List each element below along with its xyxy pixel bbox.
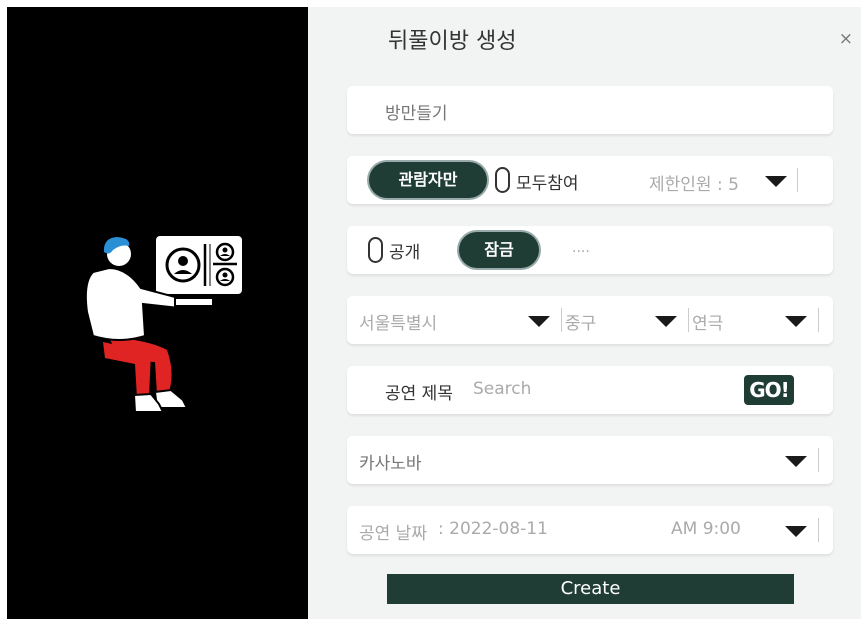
participation-row: 관람자만 모두참여 제한인원 : 5: [347, 156, 833, 204]
spectator-only-button[interactable]: 관람자만: [369, 162, 487, 198]
divider: [797, 168, 798, 192]
date-row: 공연 날짜 : 2022-08-11 AM 9:00: [347, 506, 833, 554]
dialog-title: 뒤풀이방 생성: [388, 29, 517, 54]
toggle-oval-icon[interactable]: [368, 237, 383, 263]
date-value[interactable]: : 2022-08-11: [438, 519, 548, 539]
privacy-row: 공개 잠금 ....: [347, 226, 833, 274]
go-button[interactable]: GO!: [744, 375, 794, 405]
limit-dropdown-arrow-icon[interactable]: [765, 176, 787, 187]
person-with-screen-illustration: [84, 234, 244, 413]
all-participate-label[interactable]: 모두참여: [516, 169, 579, 194]
city-select[interactable]: 서울특별시: [359, 309, 437, 334]
room-name-field[interactable]: 방만들기: [347, 86, 833, 134]
city-dropdown-arrow-icon[interactable]: [528, 316, 550, 327]
performance-search-row: 공연 제목 Search GO!: [347, 366, 833, 414]
participant-limit-label: 제한인원 : 5: [649, 175, 739, 195]
performance-selected-value: 카사노바: [359, 454, 422, 474]
district-dropdown-arrow-icon[interactable]: [655, 316, 677, 327]
locked-button[interactable]: 잠금: [459, 232, 539, 268]
room-name-placeholder: 방만들기: [385, 104, 448, 124]
time-dropdown-arrow-icon[interactable]: [785, 526, 807, 537]
public-label[interactable]: 공개: [389, 238, 420, 263]
performance-search-input[interactable]: Search: [473, 379, 531, 399]
performance-dropdown-arrow-icon[interactable]: [785, 456, 807, 467]
toggle-oval-icon[interactable]: [495, 167, 510, 193]
close-icon[interactable]: ×: [839, 29, 853, 49]
date-label: 공연 날짜: [359, 524, 427, 544]
divider: [561, 308, 562, 332]
district-select[interactable]: 중구: [565, 309, 596, 334]
performance-title-label: 공연 제목: [385, 384, 453, 404]
divider: [818, 448, 819, 472]
create-button[interactable]: Create: [387, 574, 794, 604]
divider: [688, 308, 689, 332]
password-field[interactable]: ....: [572, 240, 590, 256]
left-panel: [7, 7, 308, 619]
genre-dropdown-arrow-icon[interactable]: [785, 316, 807, 327]
region-selector-row: 서울특별시 중구 연극: [347, 296, 833, 344]
performance-select[interactable]: 카사노바: [347, 436, 833, 484]
time-value[interactable]: AM 9:00: [671, 519, 741, 539]
divider: [818, 308, 819, 332]
create-room-panel: 뒤풀이방 생성 × 방만들기 관람자만 모두참여 제한인원 : 5 공개 잠금 …: [308, 7, 861, 619]
genre-select[interactable]: 연극: [692, 309, 723, 334]
divider: [818, 518, 819, 542]
